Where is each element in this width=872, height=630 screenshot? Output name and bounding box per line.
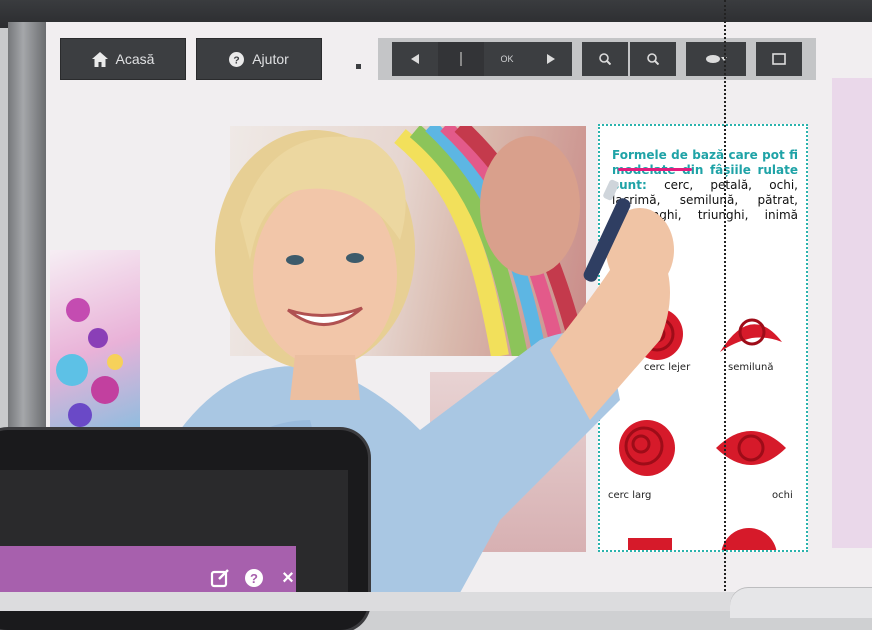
shape-caption: semilună [728,362,774,373]
fullscreen-icon [772,53,786,65]
shape-image-round [710,522,788,550]
zoom-in-icon [599,53,611,65]
shape-caption: ochi [772,490,793,501]
dotted-guide-line [724,0,726,611]
close-button[interactable]: × [276,566,300,590]
zoom-out-icon [647,53,659,65]
edit-button[interactable] [208,566,232,590]
close-icon: × [282,566,294,589]
zoom-out-button[interactable] [630,42,676,76]
fullscreen-button[interactable] [756,42,802,76]
help-icon: ? [245,569,263,587]
help-label: Ajutor [252,51,289,67]
next-page-button[interactable] [530,42,572,76]
toolbar-separator-dot [356,64,361,69]
go-page-button[interactable]: OK [484,42,530,76]
svg-text:?: ? [234,55,240,66]
help-button[interactable]: ? Ajutor [196,38,322,80]
prev-icon [411,54,419,64]
next-icon [547,54,555,64]
side-panel [832,78,872,548]
page-cursor [460,52,462,66]
prev-page-button[interactable] [392,42,438,76]
home-label: Acasă [115,51,155,67]
device-corner [730,588,872,618]
home-icon [91,51,108,67]
page-ok-label: OK [500,54,514,64]
svg-text:?: ? [250,571,258,586]
help-icon: ? [229,51,245,67]
toolbar-nav-group: OK [378,38,816,80]
zoom-in-button[interactable] [582,42,628,76]
home-button[interactable]: Acasă [60,38,186,80]
board-left-rail [8,22,46,442]
page-number-input[interactable] [438,42,484,76]
help-button-tablet[interactable]: ? [242,566,266,590]
view-options-button[interactable] [686,42,746,76]
edit-icon [210,569,229,588]
